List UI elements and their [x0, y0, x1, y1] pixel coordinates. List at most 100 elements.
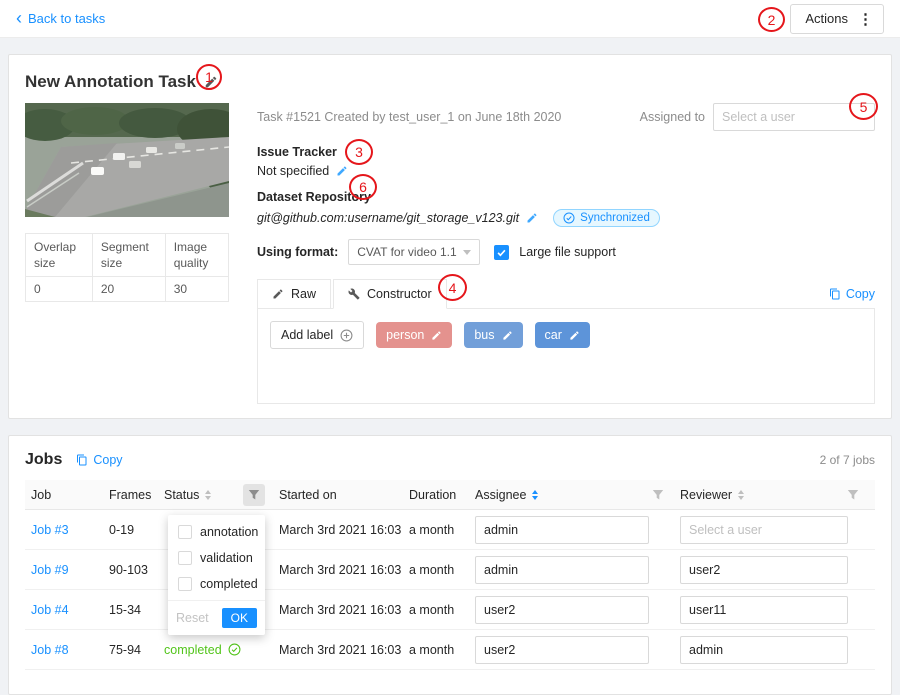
jobs-header: Jobs Copy 2 of 7 jobs — [25, 446, 875, 474]
assignee-sorter-icon[interactable] — [532, 490, 538, 500]
status-filter-dropdown: annotation validation completed Reset OK — [168, 515, 265, 635]
dataset-repository-block: Dataset Repository git@github.com:userna… — [257, 190, 875, 227]
jobs-card: Jobs Copy 2 of 7 jobs Job Frames Status — [8, 435, 892, 695]
completed-checkbox[interactable] — [178, 577, 192, 591]
job-link[interactable]: Job #3 — [31, 523, 69, 537]
annotation-checkbox[interactable] — [178, 525, 192, 539]
label-tag-person[interactable]: person — [376, 322, 452, 348]
copy-labels-link[interactable]: Copy — [829, 287, 875, 301]
label-tag-car[interactable]: car — [535, 322, 590, 348]
task-right-column: Task #1521 Created by test_user_1 on Jun… — [257, 103, 875, 404]
dataset-repository-url: git@github.com:username/git_storage_v123… — [257, 211, 519, 225]
param-value-overlap: 0 — [26, 277, 93, 302]
label-constructor-panel: Add label person bus — [257, 308, 875, 404]
job-duration: a month — [409, 523, 475, 537]
more-vertical-icon: ⋮ — [858, 10, 873, 28]
task-details-card: New Annotation Task — [8, 54, 892, 419]
job-started: March 3rd 2021 16:03 — [279, 603, 409, 617]
filter-reset-button[interactable]: Reset — [176, 611, 209, 625]
validation-checkbox[interactable] — [178, 551, 192, 565]
task-title: New Annotation Task — [25, 72, 196, 92]
column-header-assignee[interactable]: Assignee — [475, 488, 680, 502]
task-assignee-input[interactable] — [713, 103, 875, 131]
param-header-segment: Segment size — [92, 234, 165, 277]
reviewer-filter-icon[interactable] — [847, 489, 859, 501]
format-row: Using format: CVAT for video 1.1 Large f… — [257, 239, 875, 265]
dataset-repository-label: Dataset Repository — [257, 190, 875, 204]
filter-footer: Reset OK — [168, 600, 265, 635]
actions-button[interactable]: Actions ⋮ — [790, 4, 884, 34]
job-frames: 75-94 — [109, 643, 164, 657]
edit-repository-icon[interactable] — [526, 212, 538, 224]
column-header-status[interactable]: Status — [164, 484, 279, 506]
param-header-quality: Image quality — [165, 234, 228, 277]
filter-ok-button[interactable]: OK — [222, 608, 257, 628]
job-started: March 3rd 2021 16:03 — [279, 523, 409, 537]
param-value-segment: 20 — [92, 277, 165, 302]
format-select[interactable]: CVAT for video 1.1 — [348, 239, 480, 265]
job-started: March 3rd 2021 16:03 — [279, 643, 409, 657]
assigned-to-label: Assigned to — [640, 110, 705, 124]
job-assignee-input[interactable] — [475, 516, 649, 544]
assigned-to-group: Assigned to — [640, 103, 875, 131]
job-assignee-input[interactable] — [475, 556, 649, 584]
edit-task-name-icon[interactable] — [204, 75, 218, 89]
param-value-quality: 30 — [165, 277, 228, 302]
job-assignee-input[interactable] — [475, 596, 649, 624]
job-frames: 0-19 — [109, 523, 164, 537]
job-link[interactable]: Job #8 — [31, 643, 69, 657]
task-meta: Task #1521 Created by test_user_1 on Jun… — [257, 110, 561, 124]
edit-label-icon[interactable] — [431, 330, 442, 341]
copy-icon — [76, 454, 88, 466]
filter-option-annotation[interactable]: annotation — [168, 519, 265, 545]
back-chevron-icon: ‹ — [16, 9, 22, 27]
job-reviewer-input[interactable] — [680, 596, 848, 624]
column-header-frames: Frames — [109, 488, 164, 502]
job-link[interactable]: Job #4 — [31, 603, 69, 617]
issue-tracker-block: Issue Tracker Not specified — [257, 145, 875, 178]
edit-label-icon[interactable] — [569, 330, 580, 341]
job-reviewer-input[interactable] — [680, 516, 848, 544]
job-frames: 15-34 — [109, 603, 164, 617]
issue-tracker-label: Issue Tracker — [257, 145, 875, 159]
edit-issue-tracker-icon[interactable] — [336, 165, 348, 177]
job-row: Job #8 75-94 completed March 3rd 2021 16… — [25, 630, 875, 670]
filter-option-completed[interactable]: completed — [168, 571, 265, 597]
job-row: Job #3 0-19 March 3rd 2021 16:03 a month — [25, 510, 875, 550]
label-tag-bus[interactable]: bus — [464, 322, 522, 348]
task-left-column: Overlap size Segment size Image quality … — [25, 103, 229, 404]
reviewer-sorter-icon[interactable] — [738, 490, 744, 500]
column-header-job[interactable]: Job — [25, 488, 109, 502]
task-title-row: New Annotation Task — [25, 69, 875, 95]
status-sorter-icon[interactable] — [205, 490, 211, 500]
jobs-count: 2 of 7 jobs — [820, 453, 875, 467]
job-status: completed — [164, 643, 279, 657]
edit-label-icon[interactable] — [502, 330, 513, 341]
job-duration: a month — [409, 563, 475, 577]
column-header-started: Started on — [279, 488, 409, 502]
job-frames: 90-103 — [109, 563, 164, 577]
task-parameters-table: Overlap size Segment size Image quality … — [25, 233, 229, 302]
column-header-reviewer[interactable]: Reviewer — [680, 488, 875, 502]
job-assignee-input[interactable] — [475, 636, 649, 664]
tab-raw[interactable]: Raw — [257, 279, 331, 309]
chevron-down-icon — [463, 250, 471, 255]
task-meta-row: Task #1521 Created by test_user_1 on Jun… — [257, 103, 875, 131]
add-label-button[interactable]: Add label — [270, 321, 364, 349]
job-link[interactable]: Job #9 — [31, 563, 69, 577]
issue-tracker-value: Not specified — [257, 164, 329, 178]
top-bar: ‹ Back to tasks Actions ⋮ — [0, 0, 900, 38]
filter-option-validation[interactable]: validation — [168, 545, 265, 571]
cvat-task-page: ‹ Back to tasks Actions ⋮ New Annotation… — [0, 0, 900, 695]
job-reviewer-input[interactable] — [680, 636, 848, 664]
assignee-filter-icon[interactable] — [652, 489, 664, 501]
large-file-support-checkbox[interactable] — [494, 245, 509, 260]
job-reviewer-input[interactable] — [680, 556, 848, 584]
constructor-tool-icon — [348, 288, 360, 300]
status-filter-icon[interactable] — [243, 484, 265, 506]
copy-jobs-link[interactable]: Copy — [76, 453, 122, 467]
job-started: March 3rd 2021 16:03 — [279, 563, 409, 577]
back-to-tasks-link[interactable]: ‹ Back to tasks — [16, 11, 105, 27]
back-label: Back to tasks — [28, 11, 105, 26]
tab-constructor[interactable]: Constructor — [333, 279, 447, 309]
